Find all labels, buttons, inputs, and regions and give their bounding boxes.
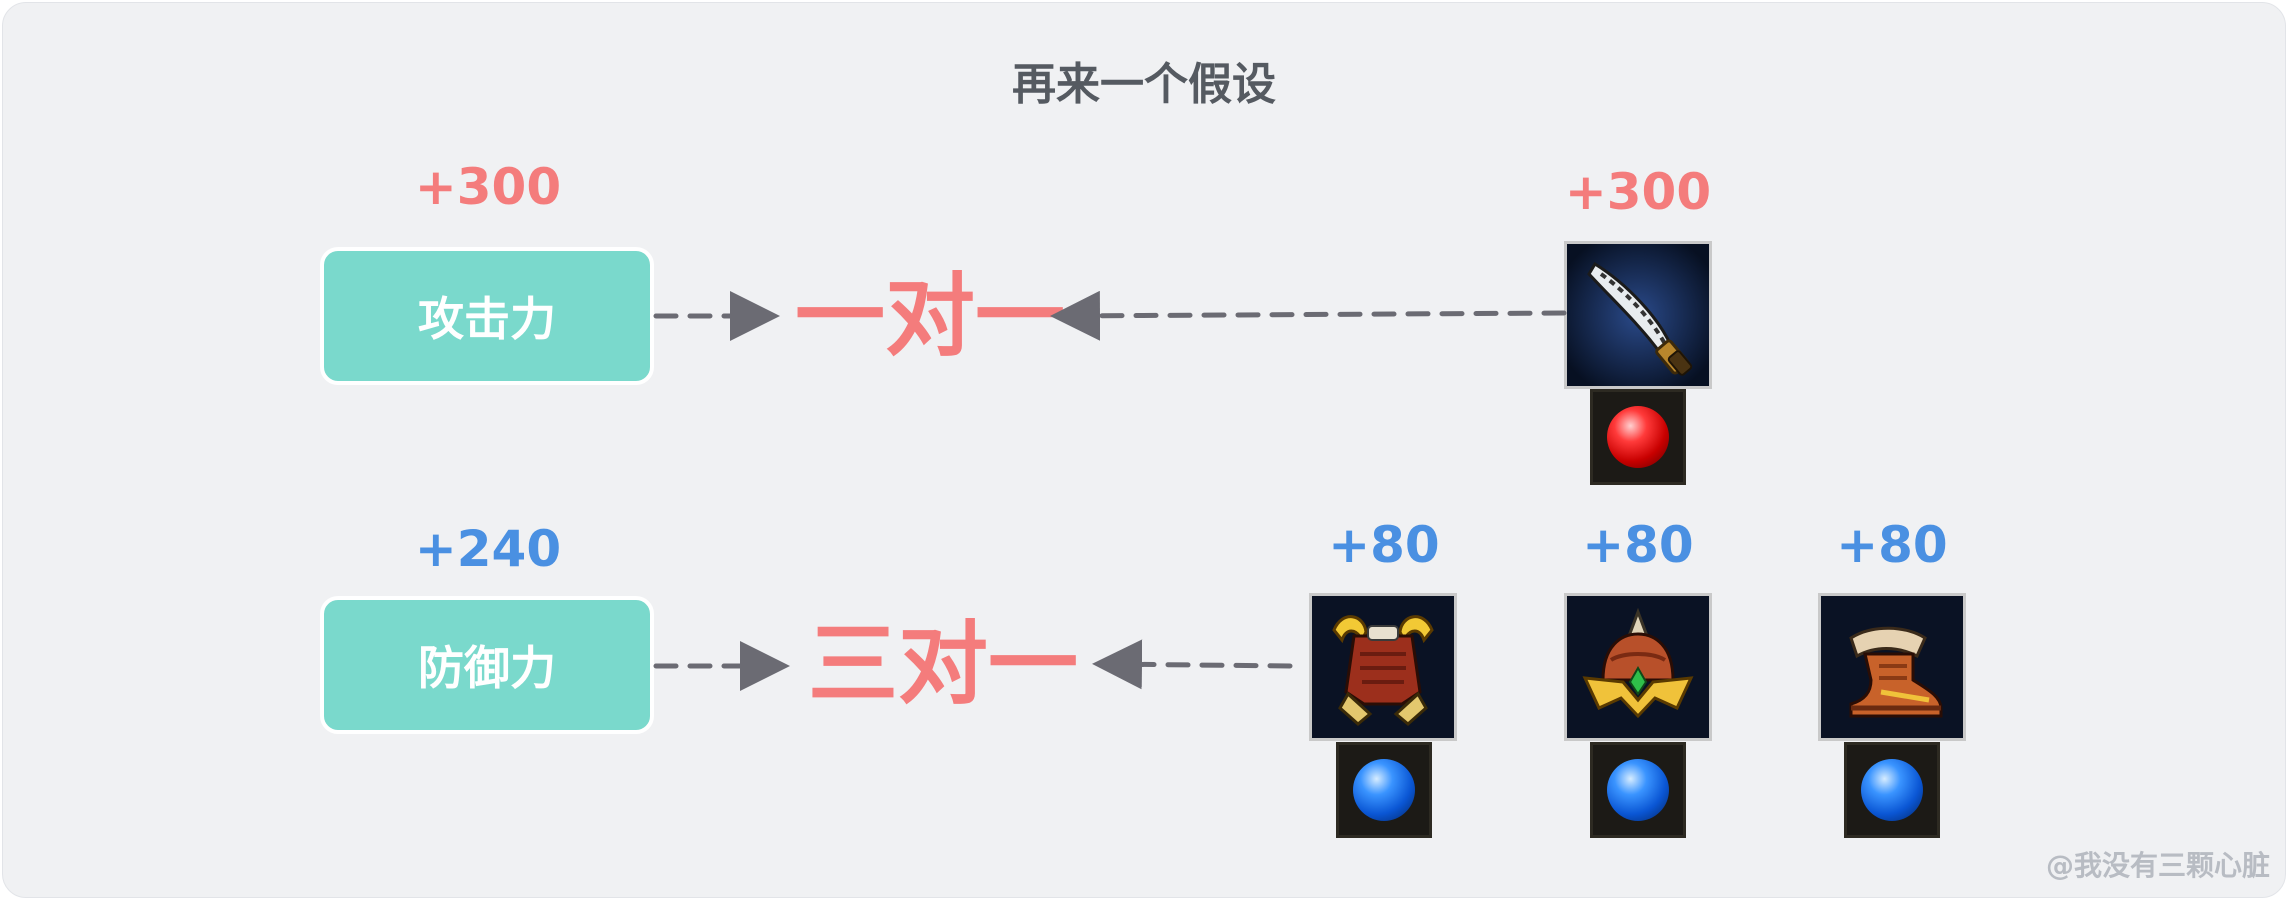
- watermark: @我没有三颗心脏: [2045, 849, 2270, 882]
- armor-arrow-to-ratio: [1092, 639, 1293, 690]
- diagram-canvas: 再来一个假设 +300 攻击力 一对一 +300 +240 防御力 三对一 +8…: [0, 0, 2288, 900]
- sword-arrow-to-ratio: [1050, 290, 1567, 341]
